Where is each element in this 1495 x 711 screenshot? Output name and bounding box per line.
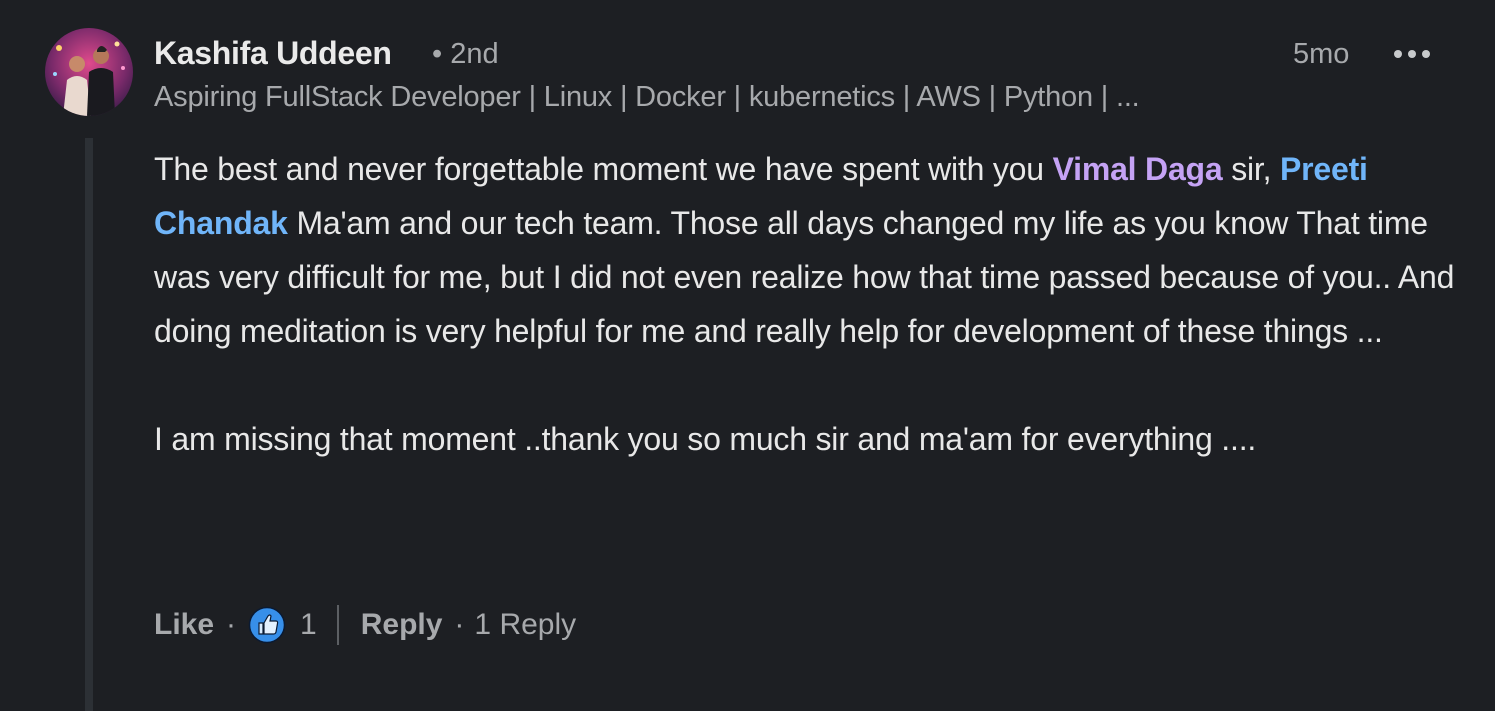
reply-count-link[interactable]: 1 Reply — [474, 608, 576, 642]
comment-card: Kashifa Uddeen • 2nd Aspiring FullStack … — [0, 0, 1495, 711]
like-button[interactable]: Like — [154, 608, 214, 642]
separator: · — [454, 608, 465, 641]
thumbs-up-icon[interactable] — [248, 606, 286, 644]
timestamp: 5mo — [1293, 38, 1350, 70]
action-divider — [336, 605, 339, 645]
reaction-count[interactable]: 1 — [300, 608, 317, 642]
ellipsis-icon — [1394, 50, 1430, 58]
connection-degree: • 2nd — [432, 38, 499, 70]
author-headline: Aspiring FullStack Developer | Linux | D… — [154, 81, 1140, 113]
comment-paragraph: I am missing that moment ..thank you so … — [154, 421, 1257, 457]
comment-body: The best and never forgettable moment we… — [154, 142, 1464, 466]
comment-actions: Like · 1 Reply · 1 Reply — [154, 600, 576, 650]
avatar[interactable] — [45, 28, 133, 116]
reply-button[interactable]: Reply — [361, 608, 443, 642]
comment-text: Ma'am and our tech team. Those all days … — [154, 205, 1455, 349]
author-name[interactable]: Kashifa Uddeen — [154, 35, 392, 72]
more-options-button[interactable] — [1388, 40, 1436, 68]
separator: · — [226, 608, 237, 641]
mention-link[interactable]: Vimal Daga — [1053, 151, 1223, 187]
comment-text: The best and never forgettable moment we… — [154, 151, 1053, 187]
thread-line — [85, 138, 93, 711]
comment-paragraph: The best and never forgettable moment we… — [154, 142, 1464, 358]
comment-text: sir, — [1222, 151, 1280, 187]
